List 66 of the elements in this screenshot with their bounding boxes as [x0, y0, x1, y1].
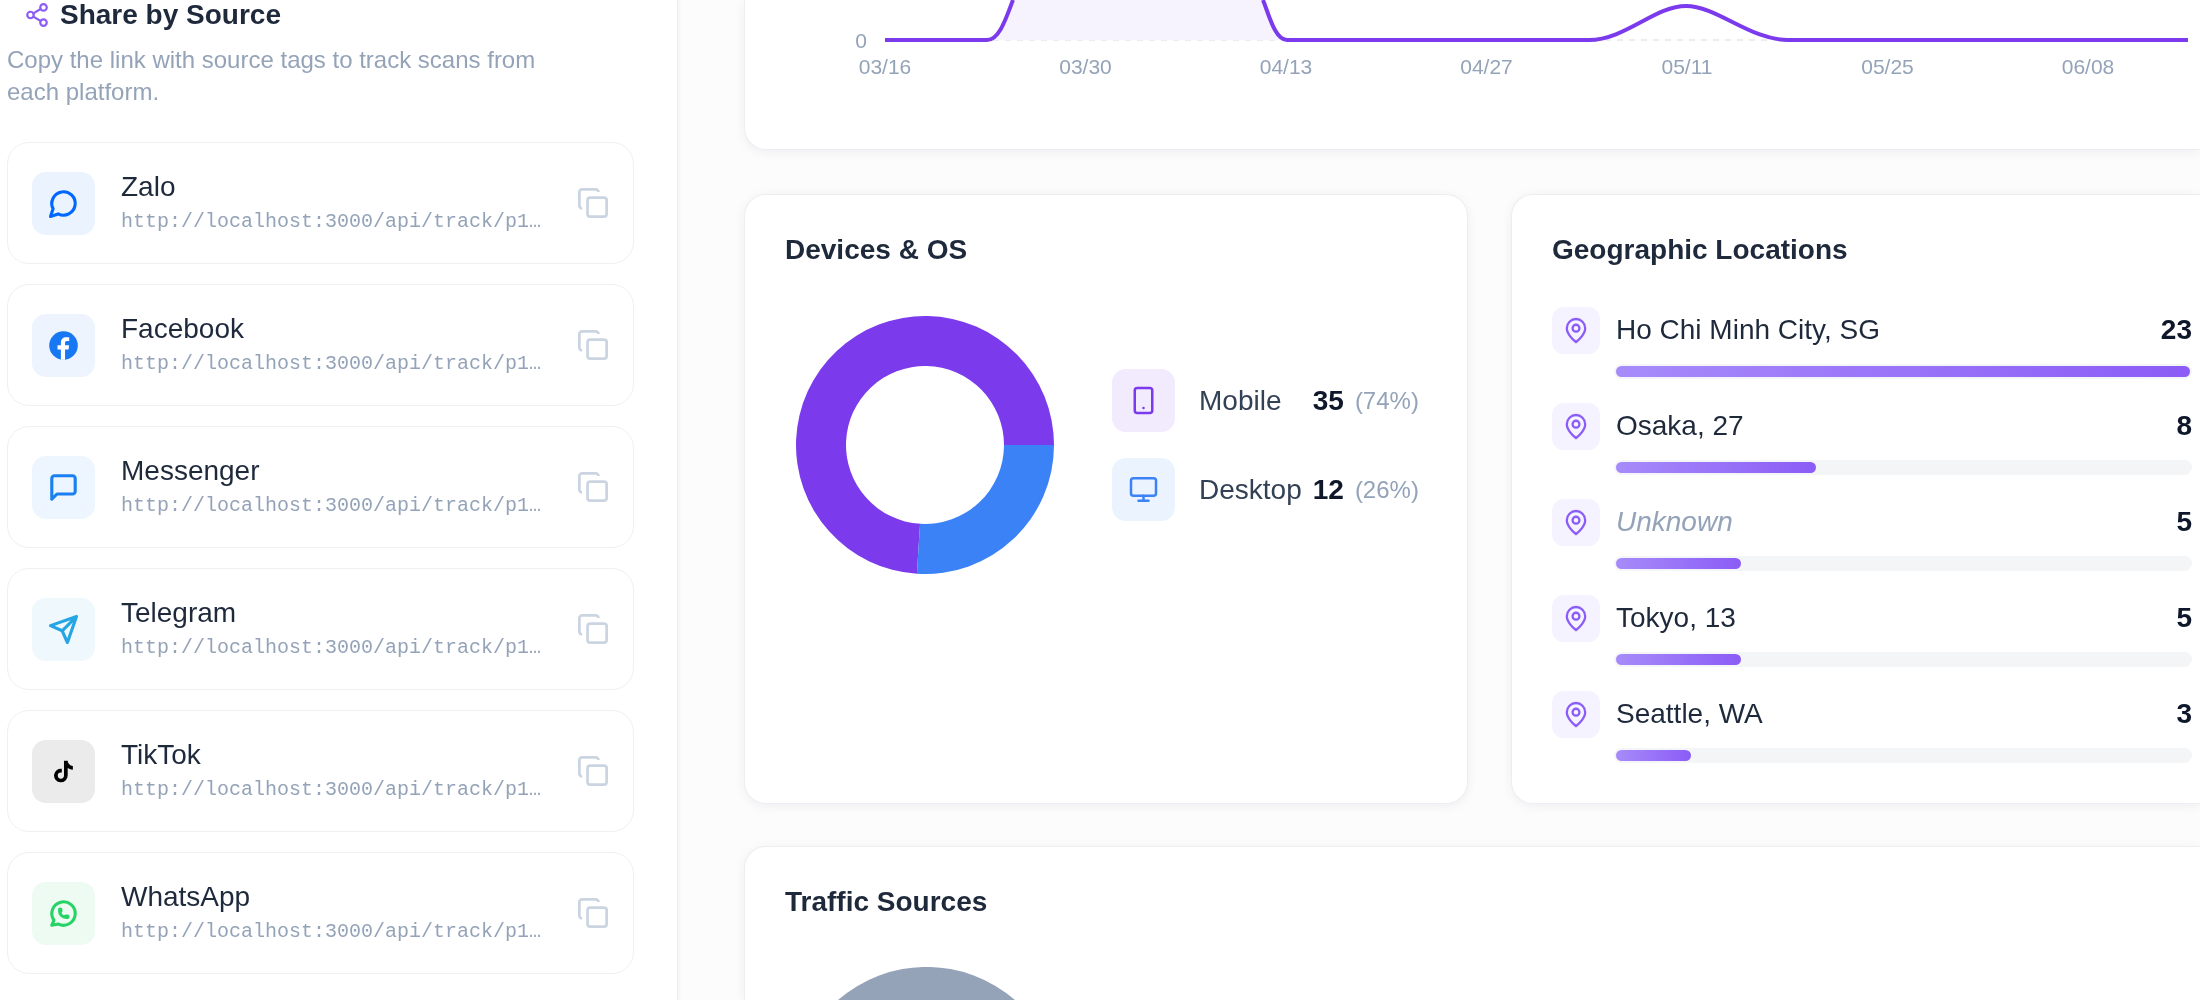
tracking-url: http://localhost:3000/api/track/p1… — [121, 493, 542, 519]
copy-icon — [578, 756, 608, 786]
source-name: Facebook — [121, 312, 244, 346]
music-note-icon — [32, 739, 95, 803]
tracking-url: http://localhost:3000/api/track/p1… — [121, 919, 542, 945]
axis-label: 04/27 — [1460, 54, 1513, 78]
source-name: Zalo — [121, 170, 176, 204]
copy-button[interactable] — [578, 614, 608, 644]
copy-icon — [578, 188, 608, 218]
legend-label: Mobile — [1199, 383, 1283, 418]
paper-plane-icon — [32, 597, 95, 661]
copy-button[interactable] — [578, 330, 608, 360]
tracking-url: http://localhost:3000/api/track/p1… — [121, 635, 542, 661]
copy-button[interactable] — [578, 188, 608, 218]
tracking-url: http://localhost:3000/api/track/p1… — [121, 209, 542, 235]
copy-button[interactable] — [578, 756, 608, 786]
location-count: 23 — [2160, 313, 2192, 347]
location-name: Tokyo, 13 — [1616, 601, 1736, 635]
location-count: 8 — [2176, 409, 2192, 443]
source-name: TikTok — [121, 738, 201, 772]
phone-chat-bubble-icon — [32, 881, 95, 945]
tracking-url: http://localhost:3000/api/track/p1… — [121, 777, 542, 803]
location-name: Seattle, WA — [1616, 697, 1763, 731]
section-description: Copy the link with source tags to track scans from each platform. — [7, 45, 537, 107]
card-title: Devices & OS — [785, 233, 968, 267]
monitor-icon — [1112, 458, 1175, 521]
legend-count: 35 — [1312, 383, 1344, 418]
location-name: Osaka, 27 — [1616, 409, 1744, 443]
axis-label: 05/25 — [1861, 54, 1914, 78]
smartphone-icon — [1112, 369, 1175, 432]
axis-label: 06/08 — [2061, 54, 2115, 78]
round-chat-bubble-icon — [32, 171, 95, 235]
axis-label: 03/16 — [858, 54, 912, 78]
share-icon — [24, 2, 50, 28]
axis-label: 0 — [855, 28, 867, 52]
location-count: 5 — [2176, 505, 2192, 539]
copy-button[interactable] — [578, 472, 608, 502]
tracking-url: http://localhost:3000/api/track/p1… — [121, 351, 542, 377]
map-pin-icon — [1552, 691, 1600, 738]
map-pin-icon — [1552, 307, 1600, 354]
map-pin-icon — [1552, 403, 1600, 450]
source-name: Telegram — [121, 596, 237, 630]
legend-percent: (74%) — [1354, 385, 1419, 416]
card-title: Geographic Locations — [1552, 233, 1848, 267]
legend-percent: (26%) — [1354, 474, 1419, 505]
location-count: 3 — [2176, 697, 2192, 731]
source-name: Messenger — [121, 454, 260, 488]
axis-label: 04/13 — [1259, 54, 1313, 78]
square-chat-bubble-icon — [32, 455, 95, 519]
copy-icon — [578, 330, 608, 360]
map-pin-icon — [1552, 499, 1600, 546]
location-name: Unknown — [1616, 505, 1733, 539]
copy-icon — [578, 472, 608, 502]
axis-label: 05/11 — [1661, 54, 1713, 78]
location-name: Ho Chi Minh City, SG — [1616, 313, 1880, 347]
map-pin-icon — [1552, 595, 1600, 642]
section-title: Share by Source — [60, 0, 281, 30]
source-name: WhatsApp — [121, 880, 251, 914]
axis-label: 03/30 — [1059, 54, 1112, 78]
card-title: Traffic Sources — [785, 885, 988, 919]
copy-icon — [578, 614, 608, 644]
legend-label: Desktop — [1199, 472, 1302, 507]
legend-count: 12 — [1312, 472, 1344, 507]
copy-icon — [578, 898, 608, 928]
location-count: 5 — [2176, 601, 2192, 635]
copy-button[interactable] — [578, 898, 608, 928]
